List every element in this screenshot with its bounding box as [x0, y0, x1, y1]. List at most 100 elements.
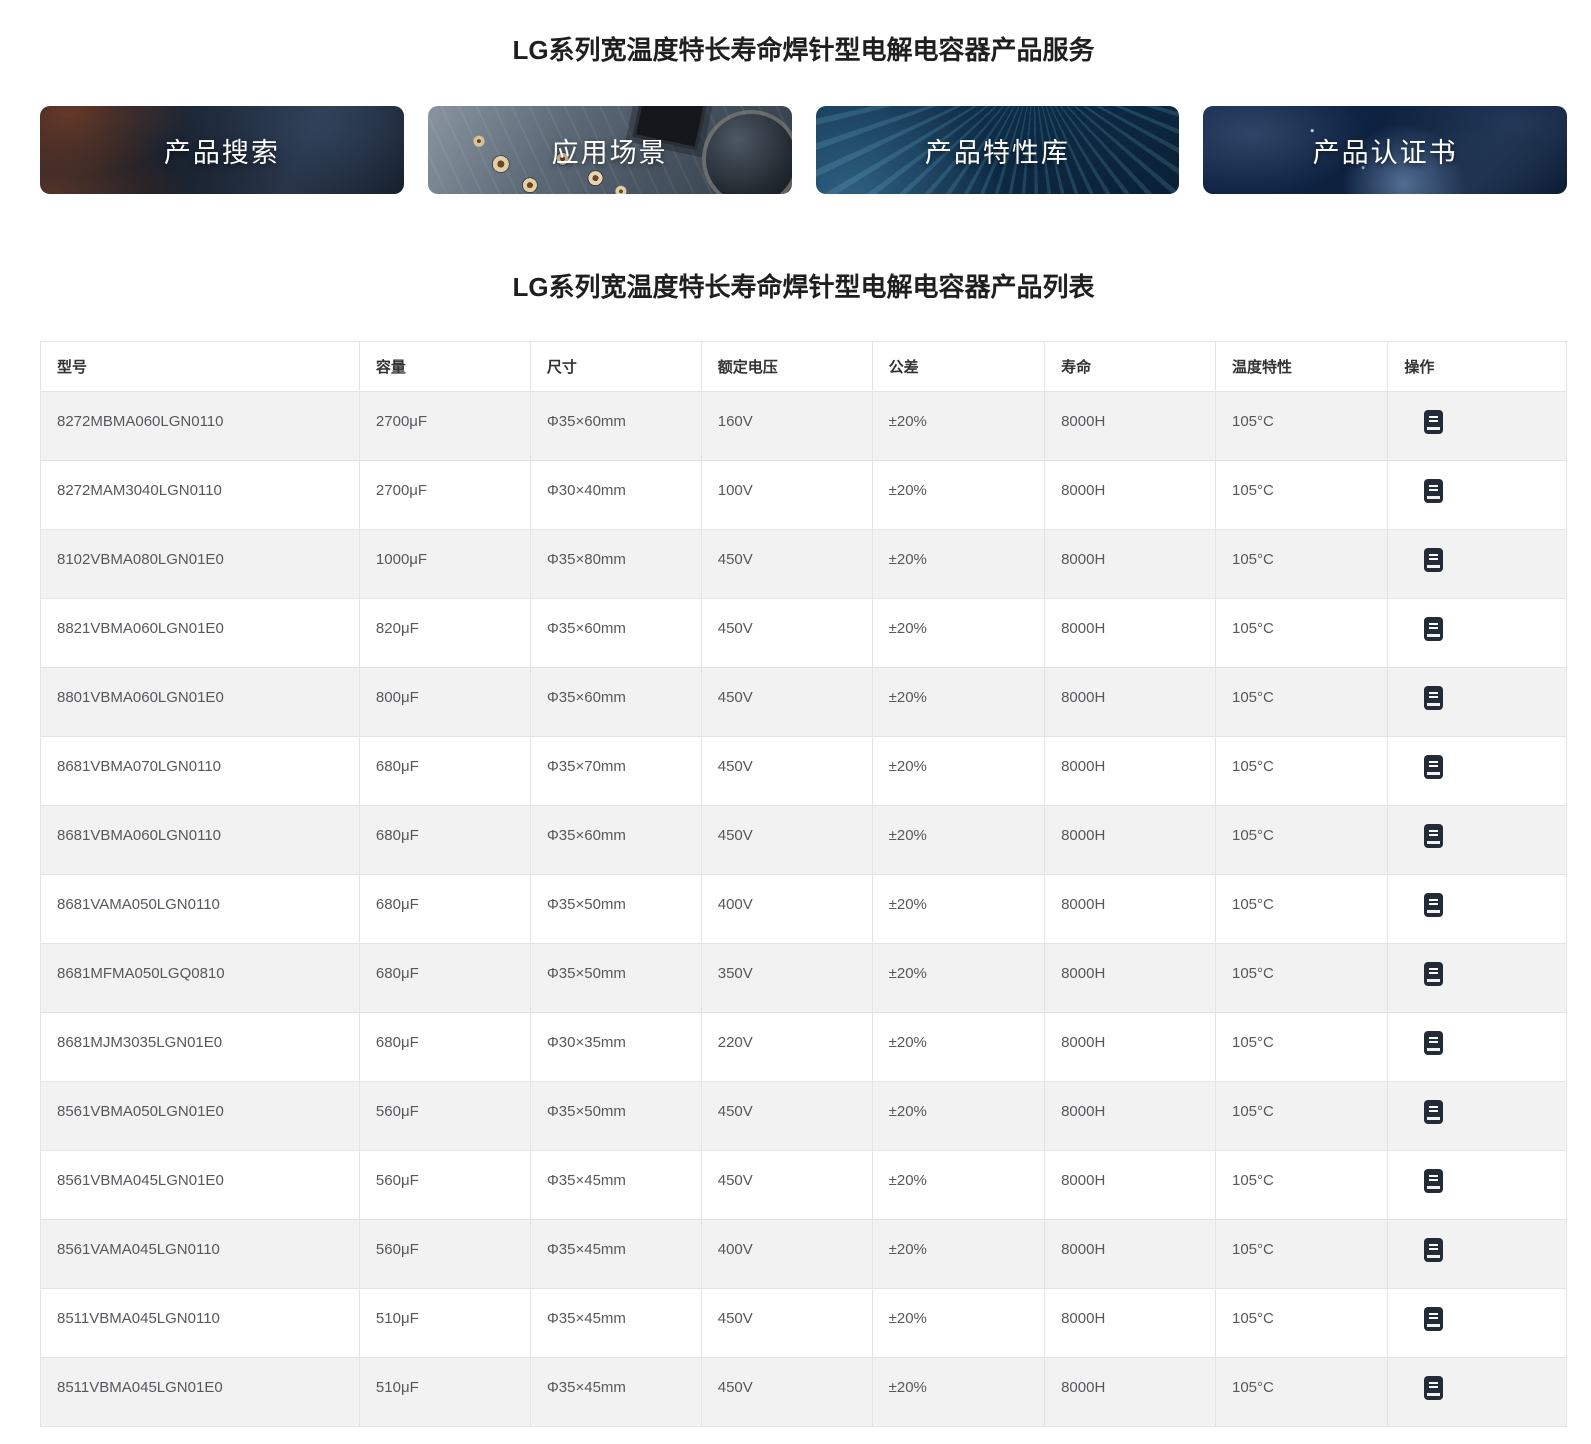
- cell-tolerance: ±20%: [872, 599, 1044, 668]
- cell-lifetime: 8000H: [1045, 806, 1216, 875]
- table-row: 8561VBMA050LGN01E0560μFΦ35×50mm450V±20%8…: [41, 1082, 1567, 1151]
- cell-model: 8102VBMA080LGN01E0: [41, 530, 360, 599]
- document-icon: [1424, 824, 1443, 848]
- cell-lifetime: 8000H: [1045, 1013, 1216, 1082]
- cell-temperature: 105°C: [1215, 875, 1387, 944]
- cell-temperature: 105°C: [1215, 1289, 1387, 1358]
- cell-actions: [1388, 1289, 1567, 1358]
- cell-actions: [1388, 1358, 1567, 1427]
- document-icon: [1424, 893, 1443, 917]
- cell-model: 8561VAMA045LGN0110: [41, 1220, 360, 1289]
- cell-model: 8681MFMA050LGQ0810: [41, 944, 360, 1013]
- nav-card-product-search[interactable]: 产品搜索: [40, 106, 404, 194]
- cell-tolerance: ±20%: [872, 461, 1044, 530]
- nav-card-product-characteristics-label: 产品特性库: [925, 131, 1070, 170]
- product-table: 型号容量尺寸额定电压公差寿命温度特性操作 8272MBMA060LGN01102…: [40, 341, 1567, 1427]
- document-icon: [1424, 755, 1443, 779]
- page-title: LG系列宽温度特长寿命焊针型电解电容器产品服务: [40, 34, 1567, 66]
- cell-size: Φ35×50mm: [530, 875, 701, 944]
- cell-size: Φ35×60mm: [530, 392, 701, 461]
- nav-card-product-search-label: 产品搜索: [164, 131, 280, 170]
- cell-voltage: 160V: [701, 392, 872, 461]
- document-icon: [1424, 1307, 1443, 1331]
- table-row: 8681VBMA070LGN0110680μFΦ35×70mm450V±20%8…: [41, 737, 1567, 806]
- cell-capacity: 2700μF: [359, 461, 530, 530]
- view-detail-button[interactable]: [1424, 1307, 1443, 1331]
- view-detail-button[interactable]: [1424, 893, 1443, 917]
- view-detail-button[interactable]: [1424, 686, 1443, 710]
- cell-actions: [1388, 1082, 1567, 1151]
- product-table-header-row: 型号容量尺寸额定电压公差寿命温度特性操作: [41, 342, 1567, 392]
- document-icon: [1424, 548, 1443, 572]
- cell-temperature: 105°C: [1215, 1220, 1387, 1289]
- document-icon: [1424, 962, 1443, 986]
- nav-card-product-characteristics[interactable]: 产品特性库: [816, 106, 1180, 194]
- view-detail-button[interactable]: [1424, 824, 1443, 848]
- document-icon: [1424, 1238, 1443, 1262]
- cell-capacity: 680μF: [359, 737, 530, 806]
- cell-model: 8272MBMA060LGN0110: [41, 392, 360, 461]
- table-row: 8102VBMA080LGN01E01000μFΦ35×80mm450V±20%…: [41, 530, 1567, 599]
- table-row: 8561VAMA045LGN0110560μFΦ35×45mm400V±20%8…: [41, 1220, 1567, 1289]
- cell-capacity: 560μF: [359, 1082, 530, 1151]
- cell-lifetime: 8000H: [1045, 668, 1216, 737]
- table-row: 8801VBMA060LGN01E0800μFΦ35×60mm450V±20%8…: [41, 668, 1567, 737]
- cell-tolerance: ±20%: [872, 668, 1044, 737]
- nav-card-product-certificates-label: 产品认证书: [1313, 131, 1458, 170]
- cell-model: 8561VBMA045LGN01E0: [41, 1151, 360, 1220]
- view-detail-button[interactable]: [1424, 1376, 1443, 1400]
- view-detail-button[interactable]: [1424, 1238, 1443, 1262]
- view-detail-button[interactable]: [1424, 1031, 1443, 1055]
- table-row: 8272MBMA060LGN01102700μFΦ35×60mm160V±20%…: [41, 392, 1567, 461]
- cell-model: 8801VBMA060LGN01E0: [41, 668, 360, 737]
- cell-actions: [1388, 1151, 1567, 1220]
- cell-voltage: 450V: [701, 737, 872, 806]
- cell-tolerance: ±20%: [872, 737, 1044, 806]
- cell-lifetime: 8000H: [1045, 1358, 1216, 1427]
- cell-voltage: 350V: [701, 944, 872, 1013]
- view-detail-button[interactable]: [1424, 617, 1443, 641]
- view-detail-button[interactable]: [1424, 1100, 1443, 1124]
- cell-lifetime: 8000H: [1045, 1151, 1216, 1220]
- nav-card-application-scenarios-label: 应用场景: [552, 131, 668, 170]
- cell-model: 8561VBMA050LGN01E0: [41, 1082, 360, 1151]
- cell-model: 8681VAMA050LGN0110: [41, 875, 360, 944]
- page-container: LG系列宽温度特长寿命焊针型电解电容器产品服务 产品搜索 应用场景 产品特性库 …: [40, 0, 1567, 1427]
- cell-temperature: 105°C: [1215, 1013, 1387, 1082]
- view-detail-button[interactable]: [1424, 962, 1443, 986]
- cell-lifetime: 8000H: [1045, 530, 1216, 599]
- document-icon: [1424, 1169, 1443, 1193]
- document-icon: [1424, 1100, 1443, 1124]
- cell-lifetime: 8000H: [1045, 875, 1216, 944]
- cell-lifetime: 8000H: [1045, 1220, 1216, 1289]
- view-detail-button[interactable]: [1424, 548, 1443, 572]
- table-row: 8561VBMA045LGN01E0560μFΦ35×45mm450V±20%8…: [41, 1151, 1567, 1220]
- cell-voltage: 400V: [701, 1220, 872, 1289]
- view-detail-button[interactable]: [1424, 755, 1443, 779]
- nav-card-application-scenarios[interactable]: 应用场景: [428, 106, 792, 194]
- cell-actions: [1388, 668, 1567, 737]
- cell-capacity: 800μF: [359, 668, 530, 737]
- cell-capacity: 2700μF: [359, 392, 530, 461]
- view-detail-button[interactable]: [1424, 410, 1443, 434]
- cell-temperature: 105°C: [1215, 737, 1387, 806]
- column-header: 公差: [872, 342, 1044, 392]
- cell-temperature: 105°C: [1215, 599, 1387, 668]
- view-detail-button[interactable]: [1424, 1169, 1443, 1193]
- nav-card-product-certificates[interactable]: 产品认证书: [1203, 106, 1567, 194]
- cell-actions: [1388, 1013, 1567, 1082]
- cell-tolerance: ±20%: [872, 1289, 1044, 1358]
- view-detail-button[interactable]: [1424, 479, 1443, 503]
- cell-tolerance: ±20%: [872, 530, 1044, 599]
- cell-tolerance: ±20%: [872, 1082, 1044, 1151]
- cell-capacity: 560μF: [359, 1220, 530, 1289]
- cell-voltage: 450V: [701, 599, 872, 668]
- table-row: 8511VBMA045LGN01E0510μFΦ35×45mm450V±20%8…: [41, 1358, 1567, 1427]
- document-icon: [1424, 410, 1443, 434]
- document-icon: [1424, 686, 1443, 710]
- cell-tolerance: ±20%: [872, 1220, 1044, 1289]
- product-table-head: 型号容量尺寸额定电压公差寿命温度特性操作: [41, 342, 1567, 392]
- cell-actions: [1388, 461, 1567, 530]
- document-icon: [1424, 479, 1443, 503]
- column-header: 温度特性: [1215, 342, 1387, 392]
